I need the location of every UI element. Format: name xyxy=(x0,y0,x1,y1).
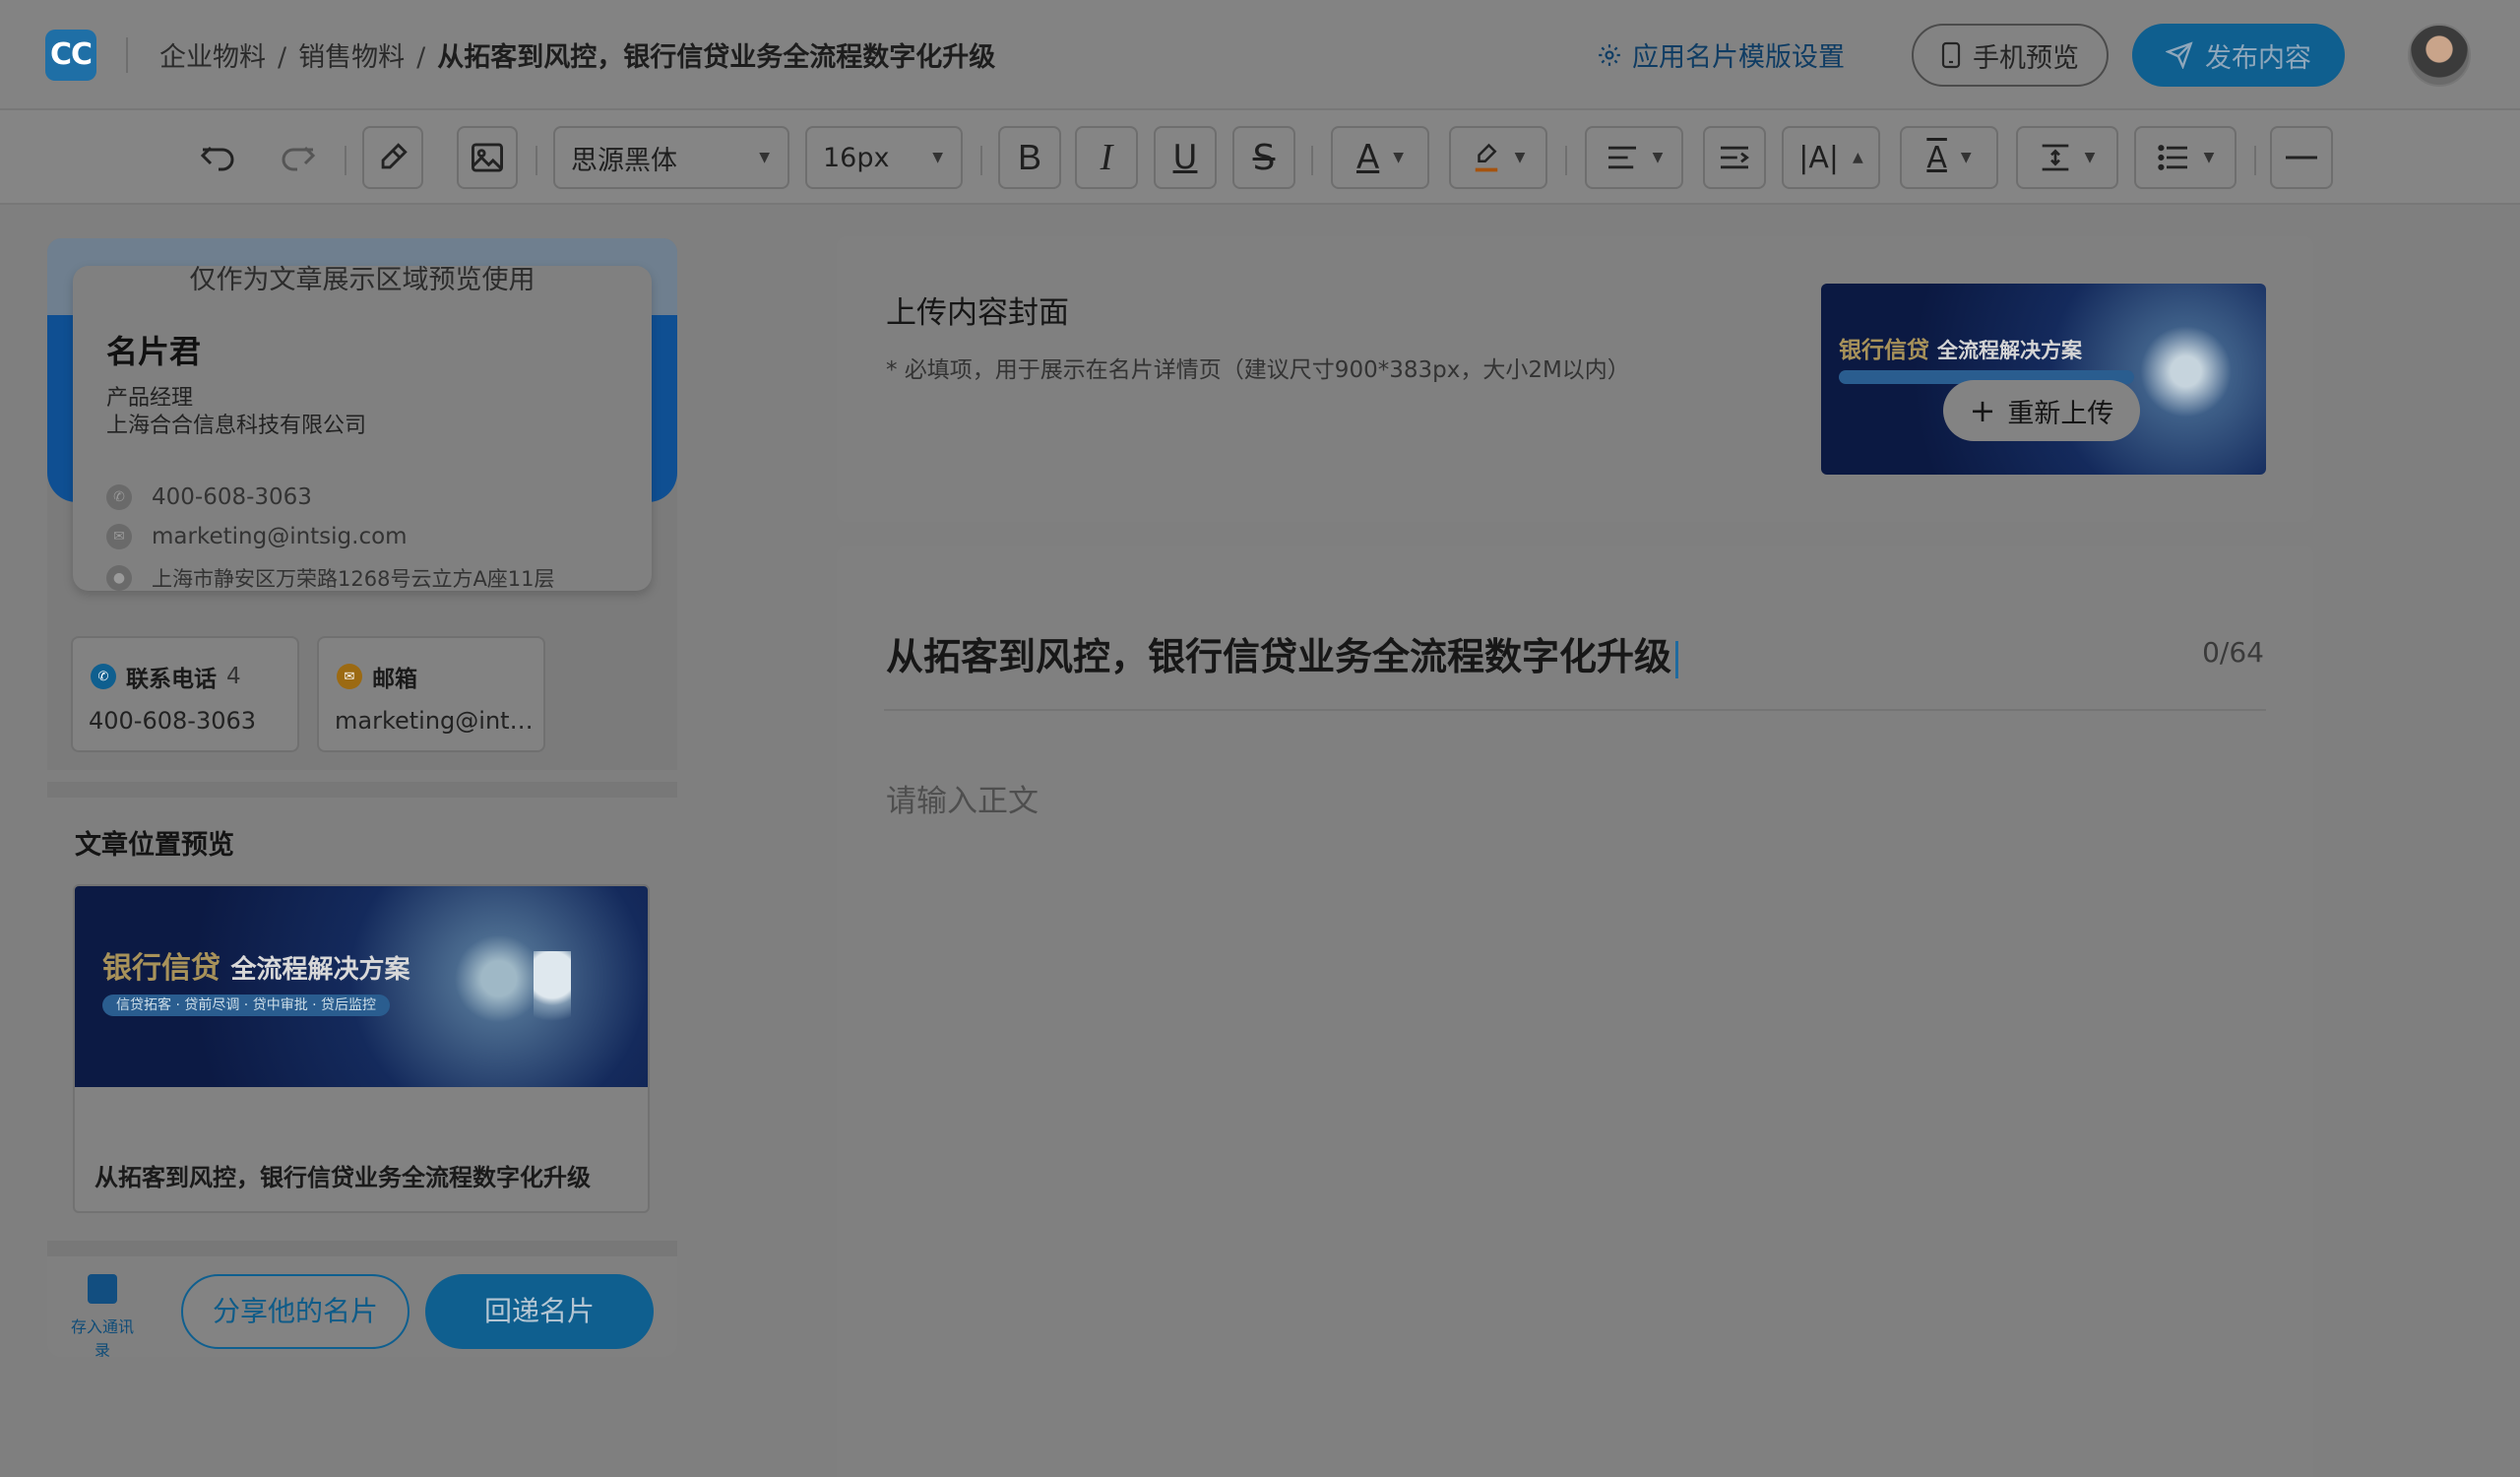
save-contact-label: 存入通讯录 xyxy=(71,1317,135,1357)
chevron-down-icon: ▼ xyxy=(932,150,943,165)
card-address-row: ● 上海市静安区万荣路1268号云立方A座11层 xyxy=(106,563,555,593)
breadcrumb-current: 从拓客到风控，银行信贷业务全流程数字化升级 xyxy=(437,42,996,73)
undo-icon[interactable] xyxy=(193,126,244,189)
breadcrumb: 企业物料 / 销售物料 / 从拓客到风控，银行信贷业务全流程数字化升级 xyxy=(159,42,996,73)
send-icon xyxy=(2166,41,2193,69)
text-cursor xyxy=(1675,640,1679,678)
mail-icon: ✉ xyxy=(106,524,132,549)
article-title-input[interactable]: 从拓客到风控，银行信贷业务全流程数字化升级 xyxy=(886,626,1679,680)
banner-title-white: 全流程解决方案 xyxy=(1937,339,2083,362)
contact-value: 400-608-3063 xyxy=(89,707,257,735)
list-icon[interactable]: ▼ xyxy=(2134,126,2236,189)
reupload-label: 重新上传 xyxy=(2007,398,2114,429)
banner-title-gold: 银行信贷 xyxy=(102,951,220,986)
top-header: CC 企业物料 / 销售物料 / 从拓客到风控，银行信贷业务全流程数字化升级 应用名片模… xyxy=(0,0,2520,110)
card-phone-row: ✆ 400-608-3063 xyxy=(106,484,312,510)
phone-icon xyxy=(1941,41,1961,69)
bold-icon[interactable]: B xyxy=(998,126,1061,189)
business-card: 名片君 产品经理 上海合合信息科技有限公司 ✆ 400-608-3063 ✉ m… xyxy=(73,266,652,591)
article-editor: 从拓客到风控，银行信贷业务全流程数字化升级 0/64 请输入正文 xyxy=(837,546,2313,1477)
font-family-select[interactable]: 思源黑体 ▼ xyxy=(553,126,789,189)
mail-icon: ✉ xyxy=(337,664,362,689)
cover-image[interactable]: 银行信贷 全流程解决方案 + 重新上传 xyxy=(1821,284,2266,475)
contact-label: 邮箱 xyxy=(372,667,417,692)
phone-preview: 名片君 产品经理 上海合合信息科技有限公司 ✆ 400-608-3063 ✉ m… xyxy=(47,238,677,1357)
breadcrumb-item[interactable]: 企业物料 xyxy=(159,42,266,73)
banner-title-white: 全流程解决方案 xyxy=(230,955,410,985)
font-size-select[interactable]: 16px ▼ xyxy=(805,126,963,189)
contact-book-icon xyxy=(88,1274,117,1304)
article-preview-card[interactable]: 银行信贷 全流程解决方案 信贷拓客 · 贷前尽调 · 贷中审批 · 贷后监控 从… xyxy=(73,884,650,1213)
template-settings-link[interactable]: 应用名片模版设置 xyxy=(1597,35,1845,74)
eraser-icon[interactable] xyxy=(362,126,423,189)
article-caption: 从拓客到风控，银行信贷业务全流程数字化升级 xyxy=(94,1164,591,1191)
breadcrumb-item[interactable]: 销售物料 xyxy=(298,42,405,73)
line-height-icon[interactable]: ▼ xyxy=(2016,126,2118,189)
banner-title-gold: 银行信贷 xyxy=(1839,338,1929,363)
banner-tagline: 信贷拓客 · 贷前尽调 · 贷中审批 · 贷后监控 xyxy=(102,995,391,1016)
header-divider xyxy=(126,37,128,73)
contact-label: 联系电话 xyxy=(126,667,217,692)
reupload-button[interactable]: + 重新上传 xyxy=(1943,380,2140,441)
save-contact-button[interactable]: 存入通讯录 xyxy=(71,1274,134,1357)
user-avatar[interactable] xyxy=(2408,24,2471,87)
reply-card-button[interactable]: 回递名片 xyxy=(425,1274,654,1349)
article-title-text: 从拓客到风控，银行信贷业务全流程数字化升级 xyxy=(886,635,1672,678)
indent-icon[interactable] xyxy=(1703,126,1766,189)
card-phone: 400-608-3063 xyxy=(152,484,312,510)
title-divider xyxy=(884,709,2266,711)
article-body-input[interactable]: 请输入正文 xyxy=(886,776,1039,820)
strikethrough-icon[interactable]: S xyxy=(1232,126,1295,189)
font-color-icon[interactable]: A ▼ xyxy=(1331,126,1429,189)
card-email-row: ✉ marketing@intsig.com xyxy=(106,524,408,549)
chevron-down-icon: ▼ xyxy=(759,150,770,165)
share-card-button[interactable]: 分享他的名片 xyxy=(181,1274,410,1349)
article-section-title: 文章位置预览 xyxy=(75,830,234,861)
italic-icon[interactable]: I xyxy=(1075,126,1138,189)
preview-notice: 仅作为文章展示区域预览使用 xyxy=(189,265,536,295)
app-logo[interactable]: CC xyxy=(45,30,96,81)
editor-toolbar: 思源黑体 ▼ 16px ▼ B I U S A ▼ ▼ ▼ |A| ▲ A ▼ ▼ ▼ xyxy=(0,110,2520,205)
contact-phone-box[interactable]: ✆ 联系电话 4 400-608-3063 xyxy=(71,636,299,752)
card-name: 名片君 xyxy=(106,333,202,370)
mobile-preview-button[interactable]: 手机预览 xyxy=(1912,24,2109,87)
cover-hint: * 必填项，用于展示在名片详情页（建议尺寸900*383px，大小2M以内） xyxy=(886,357,1630,383)
image-icon[interactable] xyxy=(457,126,518,189)
highlight-icon[interactable]: ▼ xyxy=(1449,126,1547,189)
publish-button[interactable]: 发布内容 xyxy=(2132,24,2345,87)
contact-count: 4 xyxy=(226,664,241,689)
redo-icon[interactable] xyxy=(272,126,323,189)
align-icon[interactable]: ▼ xyxy=(1585,126,1683,189)
letter-spacing-icon[interactable]: |A| ▲ xyxy=(1782,126,1880,189)
phone-icon: ✆ xyxy=(91,664,116,689)
template-settings-label: 应用名片模版设置 xyxy=(1632,42,1845,73)
contact-email-box[interactable]: ✉ 邮箱 marketing@intsig.com xyxy=(317,636,545,752)
phone-icon: ✆ xyxy=(106,484,132,510)
card-company: 上海合合信息科技有限公司 xyxy=(106,414,367,438)
font-size-value: 16px xyxy=(823,142,890,173)
mobile-preview-label: 手机预览 xyxy=(1973,42,2079,74)
cover-title: 上传内容封面 xyxy=(886,295,1069,331)
location-pin-icon: ● xyxy=(106,565,132,591)
keyhole-graphic xyxy=(534,951,571,1050)
cover-upload-panel: 上传内容封面 * 必填项，用于展示在名片详情页（建议尺寸900*383px，大小… xyxy=(837,236,2313,522)
contact-value: marketing@intsig.com xyxy=(335,707,536,735)
horizontal-rule-icon[interactable] xyxy=(2270,126,2333,189)
article-banner: 银行信贷 全流程解决方案 信贷拓客 · 贷前尽调 · 贷中审批 · 贷后监控 xyxy=(75,886,648,1087)
title-char-count: 0/64 xyxy=(2202,636,2264,669)
text-baseline-icon[interactable]: A ▼ xyxy=(1900,126,1998,189)
font-family-value: 思源黑体 xyxy=(571,145,677,176)
publish-label: 发布内容 xyxy=(2205,42,2311,74)
underline-icon[interactable]: U xyxy=(1154,126,1217,189)
phone-action-bar: 存入通讯录 分享他的名片 回递名片 xyxy=(47,1256,677,1357)
plus-icon: + xyxy=(1969,392,1996,429)
card-address: 上海市静安区万荣路1268号云立方A座11层 xyxy=(152,567,555,591)
card-email: marketing@intsig.com xyxy=(152,524,408,549)
gear-icon xyxy=(1599,43,1620,66)
